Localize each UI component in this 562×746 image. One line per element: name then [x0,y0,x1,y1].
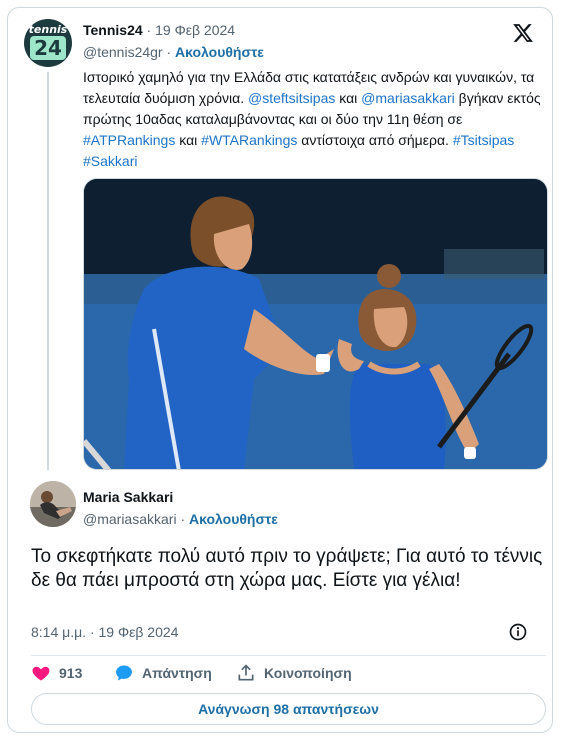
reply-text: Το σκεφτήκατε πολύ αυτό πριν το γράψετε;… [31,546,543,591]
hashtag-link[interactable]: #Tsitsipas [453,132,514,148]
reply-label: Απάντηση [142,665,212,681]
share-label: Κοινοποίηση [264,665,352,681]
mention-link[interactable]: @steftsitsipas [248,90,335,106]
reply-author-name[interactable]: Maria Sakkari [83,489,173,505]
read-replies-button[interactable]: Ανάγνωση 98 απαντήσεων [31,693,546,725]
avatar-logo-line2: 24 [30,36,66,60]
thread-line [47,72,49,470]
reply-action[interactable]: Απάντηση [114,663,212,683]
tweet-text-segment: και [175,132,202,148]
heart-icon [32,666,50,681]
info-icon[interactable] [508,622,528,642]
reply-author-handle[interactable]: @mariasakkari [83,511,177,527]
tweet-text-segment: και [335,90,362,106]
mention-link[interactable]: @mariasakkari [361,90,455,106]
tweet-photo[interactable] [83,178,548,470]
x-logo-icon[interactable] [512,22,534,44]
tweet-date[interactable]: 19 Φεβ 2024 [155,22,235,38]
author-handle-row: @tennis24gr · Ακολουθήστε [83,44,264,60]
tweet-text: Ιστορικό χαμηλό για την Ελλάδα στις κατα… [83,67,548,172]
like-action[interactable]: 913 [31,663,82,683]
sakkari-avatar-photo [30,481,76,527]
tweet-text-segment: αντίστοιχα από σήμερα. [297,132,453,148]
author-name[interactable]: Tennis24 [83,22,143,38]
reply-follow-button[interactable]: Ακολουθήστε [189,511,278,527]
reply-handle-row: @mariasakkari · Ακολουθήστε [83,511,278,527]
hashtag-link[interactable]: #WTARankings [201,132,297,148]
handle-separator: · [166,44,172,60]
tsitsipas-sakkari-photo [84,179,547,469]
share-action[interactable]: Κοινοποίηση [236,663,352,683]
reply-header: Maria Sakkari [83,489,173,505]
avatar-logo-line1: tennis [28,23,68,36]
author-handle[interactable]: @tennis24gr [83,44,163,60]
like-count: 913 [59,665,83,681]
share-icon [238,664,254,681]
header-separator: · [146,22,152,38]
hashtag-link[interactable]: #Sakkari [83,153,137,169]
maria-sakkari-avatar[interactable] [30,481,76,527]
reply-separator: · [180,511,186,527]
actions-divider [31,655,546,656]
hashtag-link[interactable]: #ATPRankings [83,132,175,148]
reply-timestamp[interactable]: 8:14 μ.μ. · 19 Φεβ 2024 [31,624,178,640]
tweet-header: Tennis24 · 19 Φεβ 2024 [83,22,235,38]
reply-icon [116,665,132,681]
tweet-embed-card: tennis 24 Tennis24 · 19 Φεβ 2024 @tennis… [7,7,553,733]
tennis24-avatar[interactable]: tennis 24 [24,19,72,67]
follow-button[interactable]: Ακολουθήστε [175,44,264,60]
